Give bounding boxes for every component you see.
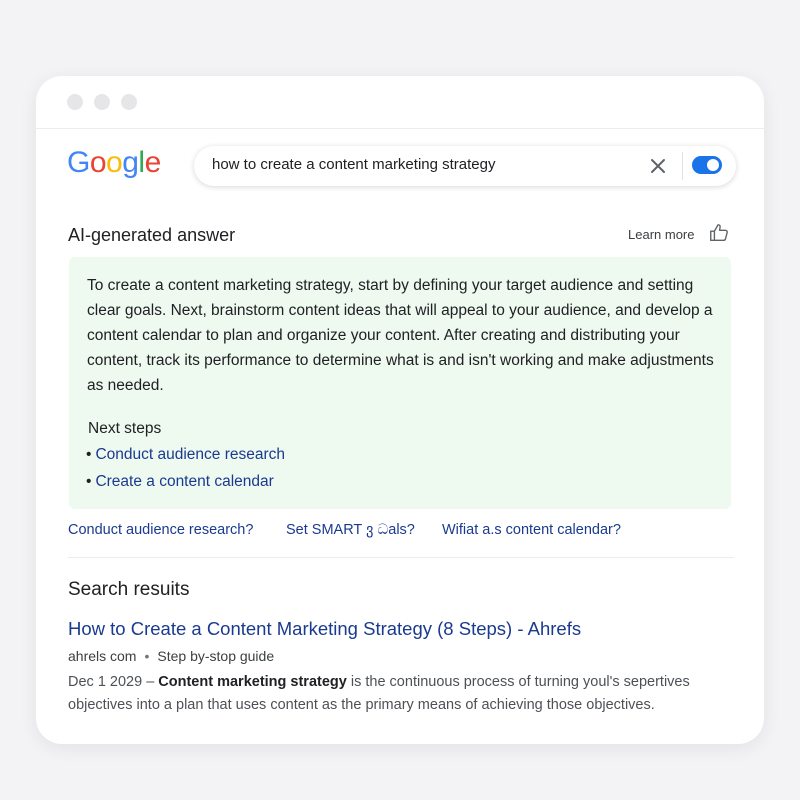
result-site[interactable]: ahrels com • Step by-stop guide [68,648,274,664]
result-title-link[interactable]: How to Create a Content Marketing Strate… [68,618,581,640]
google-logo[interactable]: Google [67,146,161,180]
search-divider [682,152,683,180]
result-domain: ahrels com [68,648,137,664]
next-step-link-content-calendar[interactable]: Create a content calendar [95,473,273,490]
toggle-knob [707,159,719,171]
ai-answer-heading: AI-generated answer [68,225,236,245]
window-dot-minimize[interactable] [94,94,110,110]
search-results-heading: Search resuits [68,579,190,600]
search-input[interactable]: how to create a content marketing strate… [212,156,495,173]
next-step-item[interactable]: • Conduct audience research [86,446,285,464]
logo-letter: g [122,146,139,179]
bullet: • [86,446,92,463]
window-dot-maximize[interactable] [121,94,137,110]
logo-letter: e [144,146,162,179]
logo-letter: o [89,146,107,179]
bullet: • [86,473,92,490]
result-separator: • [144,648,150,664]
next-step-link-audience-research[interactable]: Conduct audience research [95,446,285,463]
result-breadcrumb: Step by-stop guide [157,648,275,664]
browser-window: Google how to create a content marketing… [36,76,764,744]
section-divider [68,557,734,558]
learn-more-link[interactable]: Learn more [628,227,694,242]
result-bold-phrase: Content marketing strategy [158,674,347,690]
suggestion-chip-smart-goals[interactable]: Set SMART ვ ධals? [286,522,415,538]
result-date: Dec 1 2029 – [68,674,155,690]
thumbs-up-icon[interactable] [708,222,730,244]
logo-letter: o [106,146,123,179]
window-titlebar [36,76,764,129]
ai-answer-text: To create a content marketing strategy, … [87,277,714,394]
ai-answer-box: To create a content marketing strategy, … [69,257,731,509]
search-bar[interactable]: how to create a content marketing strate… [194,146,736,186]
next-step-item[interactable]: • Create a content calendar [86,473,274,491]
window-dot-close[interactable] [67,94,83,110]
next-steps-label: Next steps [88,420,162,437]
ai-mode-toggle[interactable] [692,156,722,174]
result-snippet: Dec 1 2029 – Content marketing strategy … [68,671,738,717]
close-icon[interactable] [646,154,670,178]
suggestion-chip-content-calendar[interactable]: Wifiat a.s content calendar? [442,522,621,538]
logo-letter: G [67,146,90,179]
logo-letters: Google [67,146,161,179]
suggestion-chip-audience-research[interactable]: Conduct audience research? [68,522,253,538]
